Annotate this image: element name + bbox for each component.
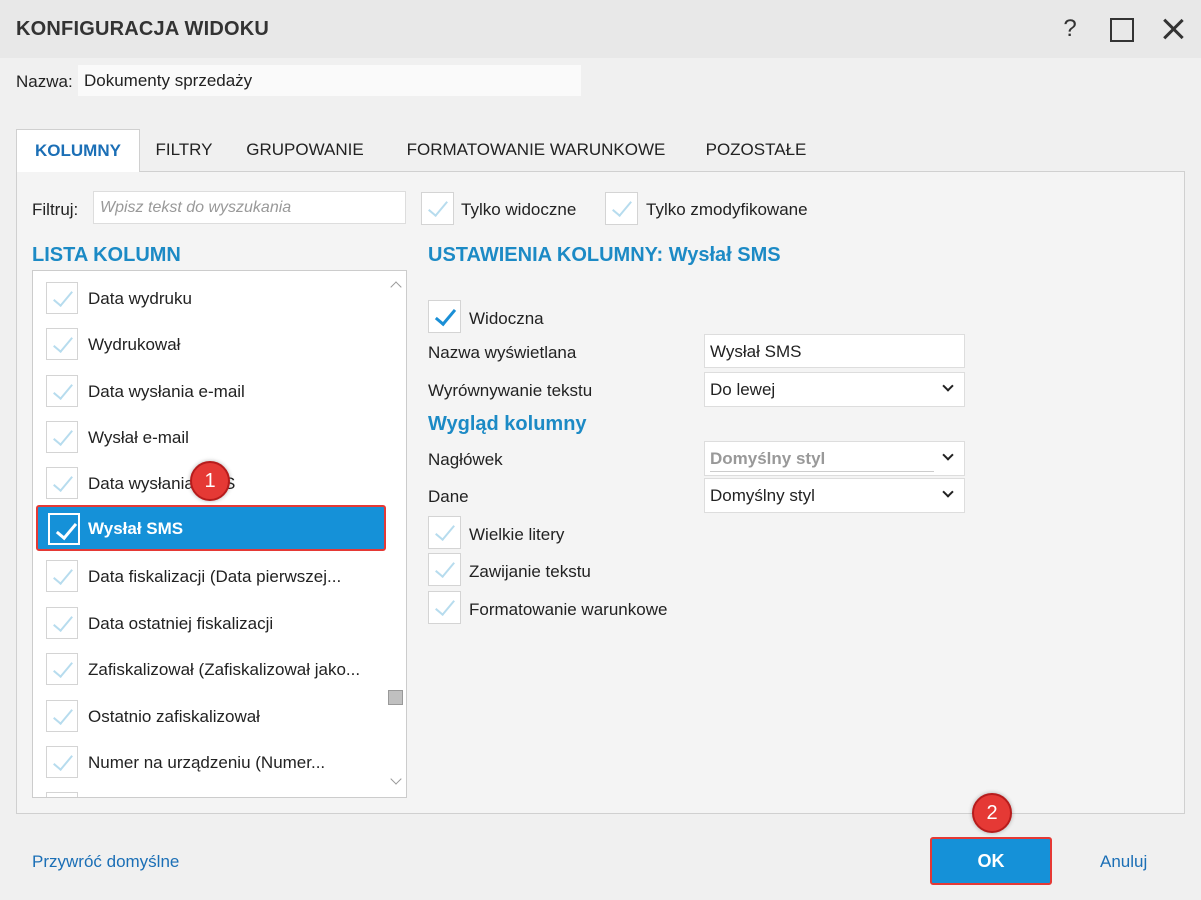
title-bar: KONFIGURACJA WIDOKU ? — [0, 0, 1201, 58]
column-checkbox[interactable] — [46, 467, 78, 499]
list-item-selected[interactable]: Wysłał SMS — [36, 505, 386, 551]
list-item-label: Wydrukował — [88, 335, 181, 354]
wrap-text-checkbox[interactable] — [428, 553, 461, 586]
column-checkbox[interactable] — [46, 746, 78, 778]
tab-pozostale[interactable]: POZOSTAŁE — [696, 129, 816, 171]
column-settings-heading: USTAWIENIA KOLUMNY: Wysłał SMS — [428, 244, 781, 266]
list-item[interactable] — [33, 784, 389, 797]
alignment-value: Do lewej — [710, 380, 776, 399]
chevron-down-icon — [942, 486, 954, 498]
list-item[interactable]: Data wydruku — [33, 274, 389, 320]
filter-label: Filtruj: — [32, 200, 79, 219]
only-modified-label: Tylko zmodyfikowane — [646, 200, 808, 219]
list-item-label: Data fiskalizacji (Data pierwszej... — [88, 567, 342, 586]
list-item[interactable]: Numer na urządzeniu (Numer... — [33, 738, 389, 784]
display-name-label: Nazwa wyświetlana — [428, 343, 577, 362]
list-item[interactable]: Wysłał e-mail — [33, 413, 389, 459]
column-checkbox[interactable] — [46, 328, 78, 360]
tab-kolumny[interactable]: KOLUMNY — [16, 129, 140, 172]
column-checkbox[interactable] — [46, 792, 78, 797]
display-name-field[interactable]: Wysłał SMS — [704, 334, 965, 368]
column-checkbox[interactable] — [46, 282, 78, 314]
scroll-down-icon[interactable] — [389, 774, 403, 788]
help-icon[interactable]: ? — [1055, 14, 1085, 44]
wrap-text-label: Zawijanie tekstu — [469, 562, 591, 581]
tab-grupowanie[interactable]: GRUPOWANIE — [232, 129, 378, 171]
column-list-heading: LISTA KOLUMN — [32, 244, 181, 266]
close-icon[interactable] — [1158, 14, 1188, 44]
scroll-up-icon[interactable] — [389, 278, 403, 292]
list-item-label: Numer na urządzeniu (Numer... — [88, 753, 326, 772]
header-style-label: Nagłówek — [428, 450, 503, 469]
conditional-format-label: Formatowanie warunkowe — [469, 600, 668, 619]
list-item[interactable]: Zafiskalizował (Zafiskalizował jako... — [33, 645, 389, 691]
list-item[interactable]: Data wysłania e-mail — [33, 367, 389, 413]
list-item[interactable]: Data ostatniej fiskalizacji — [33, 599, 389, 645]
column-checkbox[interactable] — [46, 653, 78, 685]
visible-label: Widoczna — [469, 309, 544, 328]
list-item-label: Ostatnio zafiskalizował — [88, 707, 260, 726]
underline — [710, 471, 934, 472]
ok-button[interactable]: OK — [930, 837, 1052, 885]
chevron-down-icon — [942, 449, 954, 461]
only-modified-checkbox[interactable] — [605, 192, 638, 225]
uppercase-label: Wielkie litery — [469, 525, 565, 544]
window-title: KONFIGURACJA WIDOKU — [16, 18, 270, 40]
column-checkbox[interactable] — [46, 560, 78, 592]
data-style-label: Dane — [428, 487, 469, 506]
uppercase-checkbox[interactable] — [428, 516, 461, 549]
column-checkbox[interactable] — [46, 375, 78, 407]
column-list[interactable]: Data wydruku Wydrukował Data wysłania e-… — [32, 270, 407, 798]
appearance-heading: Wygląd kolumny — [428, 413, 587, 435]
conditional-format-checkbox[interactable] — [428, 591, 461, 624]
name-label: Nazwa: — [16, 72, 73, 91]
header-style-value: Domyślny styl — [710, 449, 826, 468]
cancel-link[interactable]: Anuluj — [1100, 852, 1147, 872]
list-item-label: Wysłał e-mail — [88, 428, 189, 447]
tab-formatowanie-warunkowe[interactable]: FORMATOWANIE WARUNKOWE — [396, 129, 676, 171]
header-style-select[interactable]: Domyślny styl — [704, 441, 965, 476]
column-checkbox[interactable] — [46, 607, 78, 639]
visible-checkbox[interactable] — [428, 300, 461, 333]
chevron-down-icon — [942, 380, 954, 392]
tab-filtry[interactable]: FILTRY — [144, 129, 224, 171]
list-item-label: Zafiskalizował (Zafiskalizował jako... — [88, 660, 361, 679]
step-badge-1: 1 — [190, 461, 230, 501]
column-checkbox[interactable] — [48, 513, 80, 545]
list-item[interactable]: Data fiskalizacji (Data pierwszej... — [33, 552, 389, 598]
only-visible-label: Tylko widoczne — [461, 200, 577, 219]
maximize-icon[interactable] — [1106, 14, 1136, 44]
data-style-value: Domyślny styl — [710, 486, 815, 505]
alignment-label: Wyrównywanie tekstu — [428, 381, 593, 400]
name-field[interactable]: Dokumenty sprzedaży — [78, 65, 581, 96]
column-checkbox[interactable] — [46, 421, 78, 453]
step-badge-2: 2 — [972, 793, 1012, 833]
restore-defaults-link[interactable]: Przywróć domyślne — [32, 852, 179, 872]
list-item-label: Data wysłania e-mail — [88, 382, 245, 401]
alignment-select[interactable]: Do lewej — [704, 372, 965, 407]
data-style-select[interactable]: Domyślny styl — [704, 478, 965, 513]
list-item[interactable]: Wydrukował — [33, 320, 389, 366]
filter-input[interactable]: Wpisz tekst do wyszukania — [93, 191, 406, 224]
list-item[interactable]: Ostatnio zafiskalizował — [33, 692, 389, 738]
scrollbar-thumb[interactable] — [388, 690, 403, 705]
list-item-label: Data wydruku — [88, 289, 192, 308]
column-checkbox[interactable] — [46, 700, 78, 732]
only-visible-checkbox[interactable] — [421, 192, 454, 225]
list-item-label: Wysłał SMS — [88, 519, 184, 538]
list-item-label: Data ostatniej fiskalizacji — [88, 614, 274, 633]
